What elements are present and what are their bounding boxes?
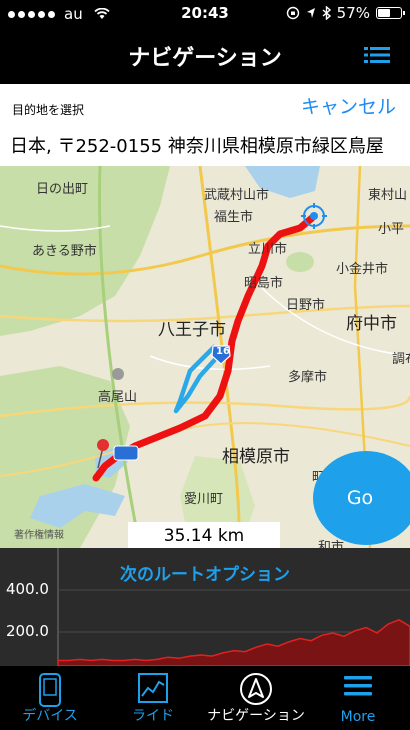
ride-chart-icon	[138, 673, 168, 703]
map-label: 多摩市	[288, 370, 328, 385]
tab-ride[interactable]: ライド	[103, 666, 203, 730]
map-label: 日野市	[286, 298, 326, 313]
list-icon[interactable]	[364, 45, 390, 65]
map-label: 立川市	[248, 242, 288, 257]
map-label: 高尾山	[98, 390, 138, 405]
battery-icon	[376, 7, 405, 19]
tab-navigation-label: ナビゲーション	[207, 708, 305, 724]
map-label: 相模原市	[222, 447, 290, 467]
bluetooth-icon	[322, 6, 331, 20]
tab-ride-label: ライド	[132, 708, 174, 724]
status-bar: au 20:43 57%	[0, 0, 410, 28]
map-label: 小平	[378, 222, 405, 237]
elevation-chart[interactable]: 次のルートオプション 400.0 200.0	[0, 548, 410, 666]
route-options-title: 次のルートオプション	[120, 565, 290, 585]
map-label: 日の出町	[36, 182, 89, 197]
map-label: 東村山	[368, 188, 408, 203]
compass-icon	[240, 673, 272, 705]
tab-device-label: デバイス	[22, 708, 78, 724]
map-label: 武蔵村山市	[204, 188, 270, 203]
destination-label: 目的地を選択	[12, 103, 85, 117]
location-arrow-icon	[306, 8, 315, 18]
tab-navigation[interactable]: ナビゲーション	[206, 666, 306, 730]
route-number-badge: 16	[216, 346, 230, 357]
elevation-tick: 200.0	[6, 622, 49, 640]
map-label: 福生市	[214, 210, 254, 225]
tab-more[interactable]: More	[308, 666, 408, 730]
more-icon	[344, 676, 372, 696]
tab-device[interactable]: デバイス	[0, 666, 100, 730]
go-button[interactable]: Go	[313, 451, 410, 545]
destination-address[interactable]: 日本, 〒252-0155 神奈川県相模原市緑区鳥屋	[10, 132, 410, 158]
device-icon	[39, 673, 61, 707]
tab-more-label: More	[340, 709, 376, 725]
route-distance: 35.14 km	[128, 522, 280, 550]
map-label: 愛川町	[184, 492, 224, 507]
tab-bar: デバイス ライド ナビゲーション More	[0, 666, 410, 730]
battery-percent: 57%	[336, 4, 370, 22]
map-label: 府中市	[346, 314, 397, 334]
nav-header: ナビゲーション	[0, 28, 410, 84]
page-title: ナビゲーション	[128, 46, 282, 71]
cancel-button[interactable]: キャンセル	[301, 92, 396, 119]
map-label: 八王子市	[158, 320, 226, 340]
map-label: 小金井市	[336, 262, 389, 277]
map-label: 調布	[392, 352, 410, 367]
destination-panel: 目的地を選択 キャンセル 日本, 〒252-0155 神奈川県相模原市緑区鳥屋	[0, 84, 410, 166]
map-label: 昭島市	[244, 276, 284, 291]
map-label: あきる野市	[32, 244, 97, 259]
map-attribution[interactable]: 著作権情報	[14, 526, 64, 541]
elevation-tick: 400.0	[6, 580, 49, 598]
orientation-lock-icon	[286, 6, 299, 20]
